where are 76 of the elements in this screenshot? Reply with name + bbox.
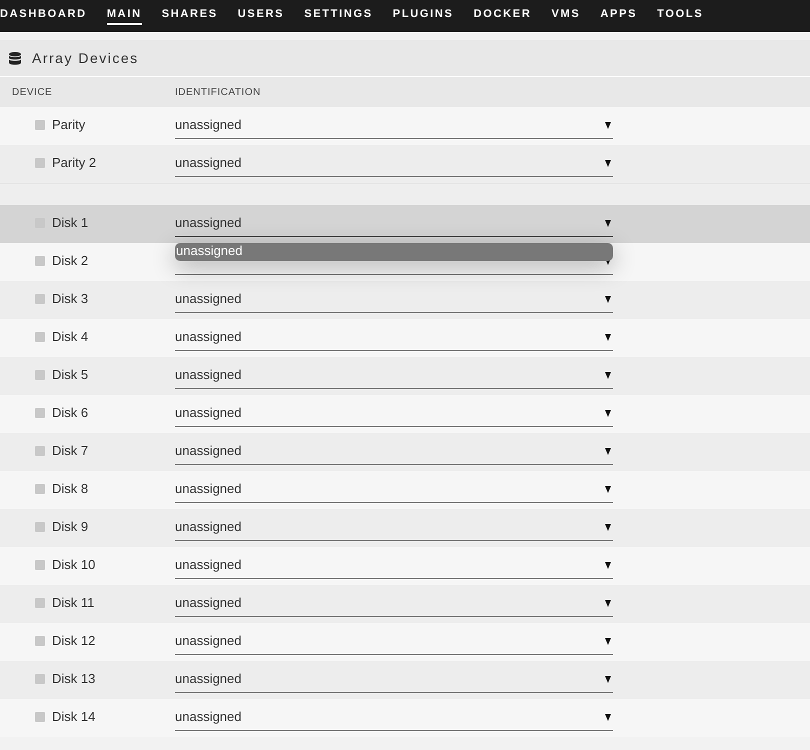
device-name: Disk 5	[52, 367, 88, 383]
nav-tab[interactable]: PLUGINS	[392, 0, 454, 25]
disk-select[interactable]: unassigned	[175, 324, 613, 351]
device-name: Disk 11	[52, 595, 94, 611]
disk-select[interactable]: unassigned	[175, 210, 613, 237]
disk-select[interactable]: unassigned	[175, 286, 613, 313]
disk-select[interactable]: unassigned	[175, 400, 613, 427]
nav-tab[interactable]: MAIN	[106, 0, 142, 25]
device-name: Parity	[52, 117, 86, 133]
caret-down-icon	[605, 296, 611, 302]
status-square-icon	[35, 332, 45, 342]
device-name: Disk 6	[52, 405, 88, 421]
device-name: Disk 4	[52, 329, 88, 345]
caret-down-icon	[605, 372, 611, 378]
disk-select[interactable]: unassigned	[175, 704, 613, 731]
caret-down-icon	[605, 562, 611, 568]
column-header: IDENTIFICATION	[175, 86, 261, 100]
caret-down-icon	[605, 410, 611, 416]
status-square-icon	[35, 408, 45, 418]
status-square-icon	[35, 674, 45, 684]
status-square-icon	[35, 598, 45, 608]
nav-tab[interactable]: DOCKER	[474, 0, 532, 25]
status-square-icon	[35, 294, 45, 304]
caret-down-icon	[605, 714, 611, 720]
disk-select[interactable]: unassigned	[175, 514, 613, 541]
caret-down-icon	[605, 600, 611, 606]
status-square-icon	[35, 636, 45, 646]
status-square-icon	[35, 120, 45, 130]
status-square-icon	[35, 370, 45, 380]
disk-select[interactable]: unassigned	[175, 552, 613, 579]
panel-title: Array Devices	[32, 48, 139, 68]
caret-down-icon	[605, 122, 611, 128]
nav-tab[interactable]: SHARES	[162, 0, 218, 25]
caret-down-icon	[605, 334, 611, 340]
device-name: Disk 13	[52, 671, 96, 687]
disk-select[interactable]: unassigned	[175, 666, 613, 693]
caret-down-icon	[605, 486, 611, 492]
status-square-icon	[35, 522, 45, 532]
nav-tab[interactable]: APPS	[600, 0, 638, 25]
disk-select[interactable]: unassigned	[175, 150, 613, 177]
device-name: Disk 10	[52, 557, 96, 573]
disk-select[interactable]: unassigned	[175, 590, 613, 617]
device-name: Parity 2	[52, 155, 96, 171]
disk-select[interactable]: unassigned	[175, 112, 613, 139]
status-square-icon	[35, 560, 45, 570]
device-name: Disk 9	[52, 519, 88, 535]
device-name: Disk 3	[52, 291, 88, 307]
column-header: DEVICE	[11, 86, 54, 100]
menu-option[interactable]: unassigned	[175, 243, 613, 261]
device-name: Disk 7	[52, 443, 88, 459]
device-name: Disk 14	[52, 709, 96, 725]
status-square-icon	[35, 158, 45, 168]
caret-down-icon	[605, 524, 611, 530]
caret-down-icon	[605, 448, 611, 454]
nav-tab[interactable]: SETTINGS	[304, 0, 373, 25]
device-name: Disk 12	[52, 633, 96, 649]
status-square-icon	[35, 256, 45, 266]
status-square-icon	[35, 484, 45, 494]
status-square-icon	[35, 446, 45, 456]
device-name: Disk 8	[52, 481, 88, 497]
disk-select[interactable]: unassigned	[175, 438, 613, 465]
nav-tab[interactable]: DASHBOARD	[0, 0, 87, 25]
device-name: Disk 1	[52, 215, 88, 231]
caret-down-icon	[605, 160, 611, 166]
disk-select[interactable]: unassigned	[175, 628, 613, 655]
caret-down-icon	[605, 676, 611, 682]
nav-tab[interactable]: TOOLS	[657, 0, 704, 25]
caret-down-icon	[605, 220, 611, 226]
device-name: Disk 2	[52, 253, 88, 269]
database-icon	[9, 52, 21, 64]
disk-select[interactable]: unassigned	[175, 476, 613, 503]
nav-tab[interactable]: USERS	[238, 0, 284, 25]
disk-select[interactable]: unassigned	[175, 362, 613, 389]
status-square-icon	[35, 712, 45, 722]
nav-tab[interactable]: VMS	[551, 0, 580, 25]
caret-down-icon	[605, 638, 611, 644]
